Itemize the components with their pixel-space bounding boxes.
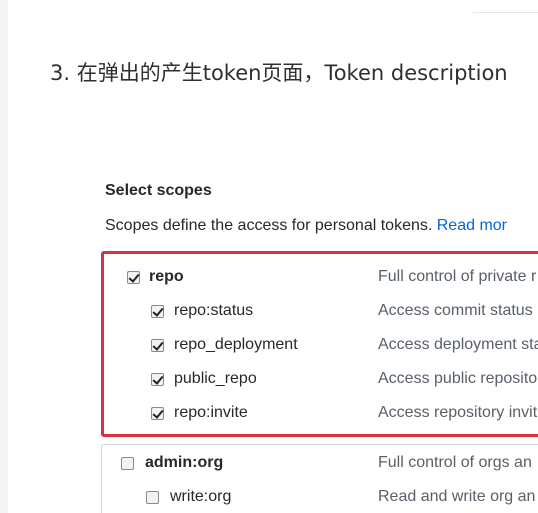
article-step-text: 3. 在弹出的产生token页面，Token description	[50, 61, 508, 85]
repo-status-checkbox[interactable]	[151, 305, 164, 318]
scope-desc-write-org: Read and write org an	[378, 488, 536, 505]
scope-desc-repo: Full control of private r	[378, 268, 537, 285]
scope-row-public-repo: public_repo Access public reposito	[104, 370, 538, 394]
scope-name-write-org: write:org	[170, 488, 232, 505]
scopes-description: Scopes define the access for personal to…	[105, 217, 507, 235]
repo-checkbox[interactable]	[127, 271, 140, 284]
scope-row-repo-invite: repo:invite Access repository invit	[104, 404, 538, 428]
scope-name-repo-deployment: repo_deployment	[174, 336, 298, 353]
scope-desc-repo-deployment: Access deployment sta	[378, 336, 538, 353]
public-repo-checkbox[interactable]	[151, 373, 164, 386]
scope-name-public-repo: public_repo	[174, 370, 257, 387]
scope-name-admin-org: admin:org	[145, 454, 224, 471]
scope-name-repo-invite: repo:invite	[174, 404, 248, 421]
scope-row-admin-org: admin:org Full control of orgs an	[102, 454, 538, 478]
admin-org-scope-group: admin:org Full control of orgs an write:…	[101, 444, 538, 513]
scopes-heading: Select scopes	[105, 182, 212, 199]
scope-name-repo: repo	[149, 268, 184, 285]
page-left-strip	[0, 0, 8, 513]
scope-desc-repo-invite: Access repository invit	[378, 404, 538, 421]
repo-deployment-checkbox[interactable]	[151, 339, 164, 352]
scope-row-repo-deployment: repo_deployment Access deployment sta	[104, 336, 538, 360]
scope-desc-admin-org: Full control of orgs an	[378, 454, 532, 471]
write-org-checkbox[interactable]	[146, 491, 159, 504]
repo-scope-group: repo Full control of private r repo:stat…	[101, 251, 538, 437]
github-scopes-screenshot: Select scopes Scopes define the access f…	[85, 160, 538, 513]
scope-desc-repo-status: Access commit status	[378, 302, 533, 319]
scope-row-write-org: write:org Read and write org an	[102, 488, 538, 512]
scopes-description-text: Scopes define the access for personal to…	[105, 217, 437, 234]
scope-row-repo-status: repo:status Access commit status	[104, 302, 538, 326]
scope-desc-public-repo: Access public reposito	[378, 370, 538, 387]
scope-row-repo: repo Full control of private r	[104, 268, 538, 292]
read-more-link[interactable]: Read mor	[437, 217, 507, 234]
divider	[473, 12, 538, 13]
admin-org-checkbox[interactable]	[121, 457, 134, 470]
repo-invite-checkbox[interactable]	[151, 407, 164, 420]
scope-name-repo-status: repo:status	[174, 302, 254, 319]
